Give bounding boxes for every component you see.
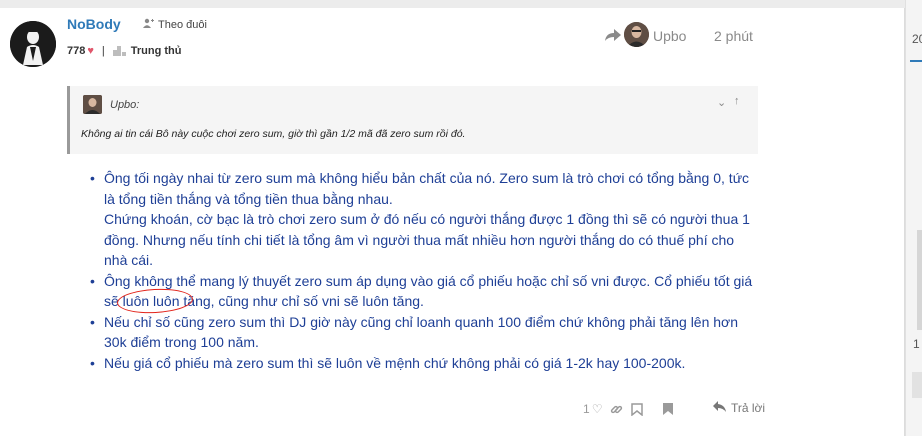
reputation-count: 778 bbox=[67, 45, 86, 57]
bookmark-icon[interactable] bbox=[631, 402, 644, 416]
post-line: Ông tối ngày nhai từ zero sum mà không h… bbox=[104, 170, 750, 186]
sidebar-box bbox=[912, 372, 922, 398]
post-bullet-4: Nếu giá cổ phiếu mà zero sum thì sẽ luôn… bbox=[88, 353, 768, 374]
rank-title: Trung thủ bbox=[130, 45, 182, 57]
post-line: Chứng khoán, cờ bạc là trò chơi zero sum… bbox=[104, 211, 750, 227]
post-bullet-2: Ông không thể mang lý thuyết zero sum áp… bbox=[88, 271, 768, 312]
stats-divider: | bbox=[101, 45, 105, 57]
flag-icon[interactable] bbox=[663, 403, 674, 415]
follow-button[interactable]: Theo đuôi bbox=[143, 18, 207, 31]
post-line: nhà cái. bbox=[104, 252, 154, 268]
follow-label: Theo đuôi bbox=[158, 18, 207, 31]
quote-text: Không ai tin cái Bô này cuộc chơi zero s… bbox=[81, 128, 466, 140]
post-actions: 1 ♡ bbox=[583, 402, 674, 416]
like-icon: ♡ bbox=[591, 402, 603, 416]
post-line: 30k điểm trong 100 năm. bbox=[104, 334, 259, 350]
username-link[interactable]: NoBody bbox=[67, 16, 121, 32]
reply-button[interactable]: Trả lời bbox=[713, 401, 765, 415]
sidebar-scrollbar[interactable] bbox=[917, 230, 922, 330]
post-line: sẽ luôn luôn tăng, cũng như chỉ số vni s… bbox=[104, 293, 424, 309]
quote-block: Upbo: ⌄ ↑ Không ai tin cái Bô này cuộc c… bbox=[67, 86, 758, 154]
post-line: Nếu giá cổ phiếu mà zero sum thì sẽ luôn… bbox=[104, 354, 686, 371]
post-line: Nếu chỉ số cũng zero sum thì DJ giờ này … bbox=[104, 313, 739, 330]
post-bullet-1: Ông tối ngày nhai từ zero sum mà không h… bbox=[88, 168, 768, 271]
right-sidebar-strip bbox=[905, 0, 922, 436]
post-line: đồng. Nhưng nếu tính chi tiết là tổng âm… bbox=[104, 231, 735, 248]
share-icon[interactable] bbox=[604, 28, 622, 42]
reply-to-username[interactable]: Upbo bbox=[653, 28, 686, 44]
user-stats: 778 ♥ | Trung thủ bbox=[67, 45, 181, 57]
link-icon[interactable] bbox=[610, 403, 623, 416]
chevron-down-icon[interactable]: ⌄ bbox=[717, 96, 726, 109]
post-timestamp[interactable]: 2 phút bbox=[714, 28, 753, 44]
sidebar-accent-line bbox=[910, 60, 922, 62]
sidebar-fragment-number: 1 bbox=[913, 337, 920, 351]
arrow-up-icon[interactable]: ↑ bbox=[734, 95, 740, 107]
quote-author: Upbo: bbox=[110, 99, 140, 111]
quote-author-avatar bbox=[83, 95, 102, 114]
reply-icon bbox=[713, 401, 726, 415]
post-line: là tổng tiền thắng và tổng tiền thua bằn… bbox=[104, 190, 393, 207]
post-body: Ông tối ngày nhai từ zero sum mà không h… bbox=[88, 168, 768, 373]
like-button[interactable]: 1 ♡ bbox=[583, 402, 602, 416]
like-count: 1 bbox=[583, 402, 590, 416]
user-avatar[interactable] bbox=[10, 21, 56, 67]
sidebar-fragment-text: 20 bbox=[912, 32, 922, 46]
heart-icon: ♥ bbox=[87, 45, 94, 57]
follow-user-icon bbox=[143, 18, 154, 31]
reply-label: Trả lời bbox=[731, 401, 766, 415]
rank-icon bbox=[112, 46, 126, 56]
post-bullet-3: Nếu chỉ số cũng zero sum thì DJ giờ này … bbox=[88, 312, 768, 353]
post-line: Ông không thể mang lý thuyết zero sum áp… bbox=[104, 272, 753, 289]
reply-to-avatar[interactable] bbox=[624, 22, 649, 47]
